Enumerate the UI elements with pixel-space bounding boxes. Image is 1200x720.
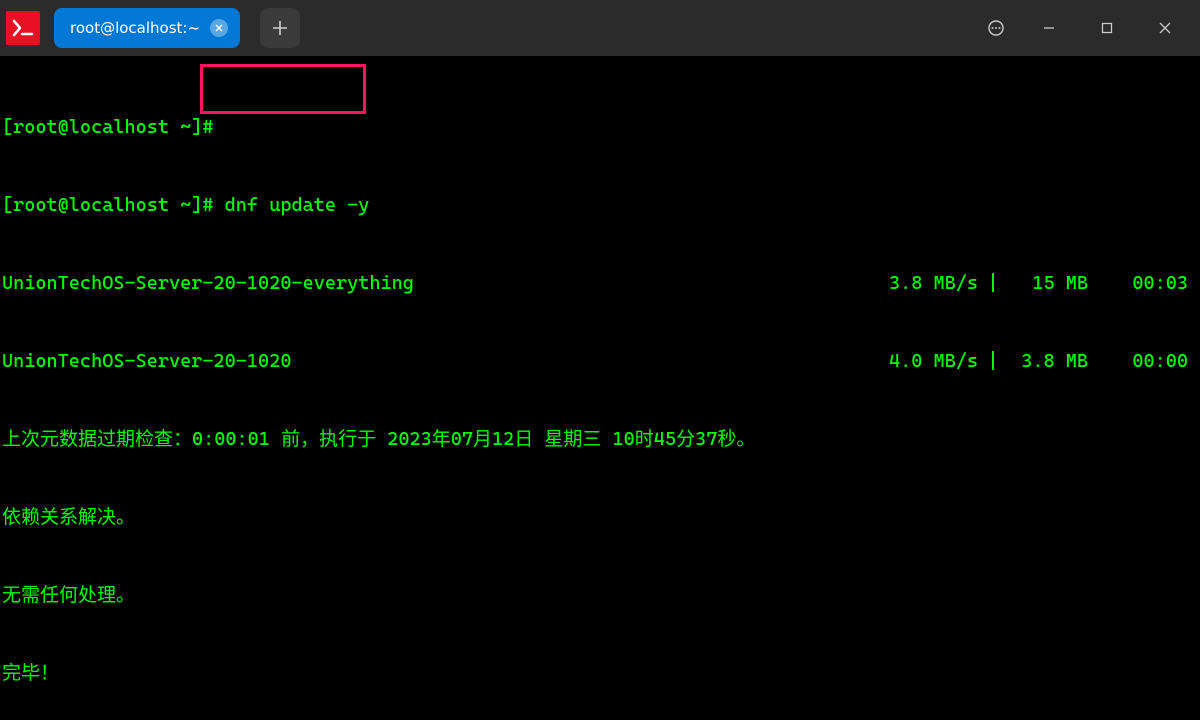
dependencies-line: 依赖关系解决。 — [2, 504, 1198, 530]
prompt-prefix: [root@localhost ~]# — [2, 194, 225, 216]
repo-speed: 4.0 MB/s — [868, 348, 978, 374]
complete-line: 完毕！ — [2, 660, 1198, 686]
window-controls — [972, 0, 1194, 56]
titlebar: root@localhost:~ — [0, 0, 1200, 56]
command-text: dnf update -y — [225, 194, 370, 216]
repo-speed: 3.8 MB/s — [868, 270, 978, 296]
repo-separator: | — [978, 270, 1008, 296]
repo-size: 15 MB — [1008, 270, 1088, 296]
settings-button[interactable] — [972, 0, 1020, 56]
nothing-to-do-line: 无需任何处理。 — [2, 582, 1198, 608]
tab-title: root@localhost:~ — [70, 19, 200, 37]
repo-time: 00:00 — [1088, 348, 1198, 374]
repo-size: 3.8 MB — [1008, 348, 1088, 374]
tab-close-button[interactable] — [210, 19, 228, 37]
repo-name: UnionTechOS-Server-20-1020 — [2, 348, 291, 374]
tab-terminal[interactable]: root@localhost:~ — [54, 8, 240, 48]
new-tab-button[interactable] — [260, 8, 300, 48]
repo-time: 00:03 — [1088, 270, 1198, 296]
metadata-check-line: 上次元数据过期检查：0:00:01 前，执行于 2023年07月12日 星期三 … — [2, 426, 1198, 452]
annotation-highlight-box — [200, 64, 366, 114]
close-button[interactable] — [1136, 0, 1194, 56]
repo-separator: | — [978, 348, 1008, 374]
prompt-line: [root@localhost ~]# — [2, 114, 1198, 140]
repo-row: UnionTechOS-Server-20-1020 4.0 MB/s | 3.… — [2, 348, 1198, 374]
terminal-app-icon — [6, 11, 40, 45]
repo-row: UnionTechOS-Server-20-1020-everything 3.… — [2, 270, 1198, 296]
terminal-output[interactable]: [root@localhost ~]# [root@localhost ~]# … — [0, 56, 1200, 720]
maximize-button[interactable] — [1078, 0, 1136, 56]
prompt-line-with-command: [root@localhost ~]# dnf update -y — [2, 192, 1198, 218]
repo-name: UnionTechOS-Server-20-1020-everything — [2, 270, 414, 296]
minimize-button[interactable] — [1020, 0, 1078, 56]
